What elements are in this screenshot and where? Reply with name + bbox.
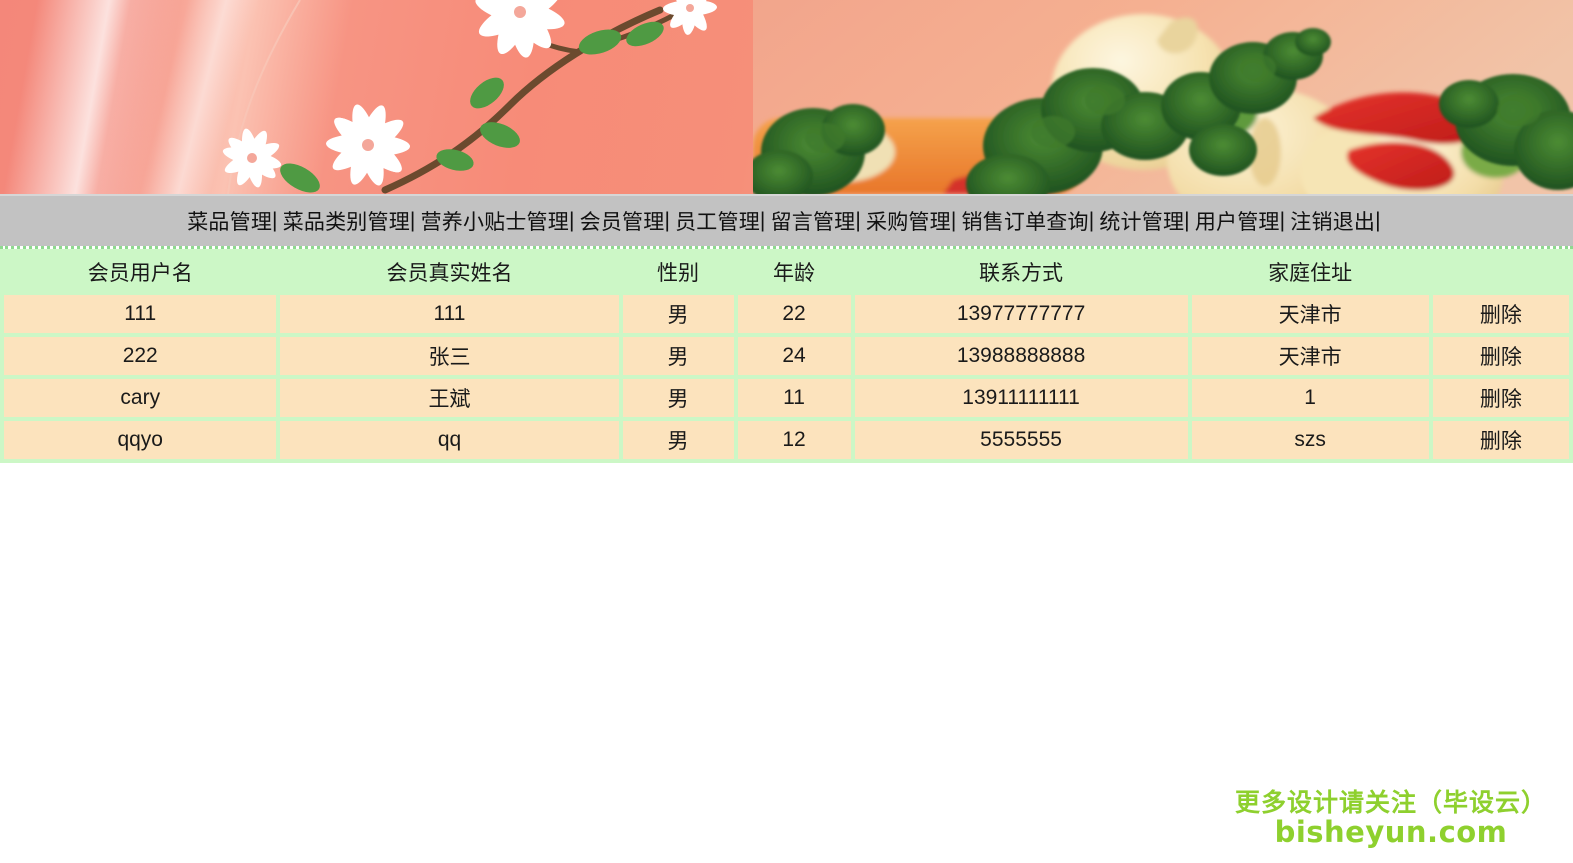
nav-item-nutrition-tips-management[interactable]: 营养小贴士管理 bbox=[421, 206, 569, 236]
nav-item-message-management[interactable]: 留言管理 bbox=[771, 206, 856, 236]
cell-phone: 13911111111 bbox=[854, 379, 1188, 417]
cell-realname: 王斌 bbox=[280, 379, 619, 417]
column-header-phone: 联系方式 bbox=[854, 253, 1188, 291]
column-header-gender: 性别 bbox=[622, 253, 734, 291]
watermark-line-1: 更多设计请关注（毕设云） bbox=[1233, 788, 1547, 818]
watermark-line-2: bisheyun.com bbox=[1273, 814, 1508, 849]
cell-realname: qq bbox=[280, 421, 619, 459]
cell-age: 11 bbox=[737, 379, 851, 417]
member-table-container: 会员用户名 会员真实姓名 性别 年龄 联系方式 家庭住址 111 111 男 2… bbox=[0, 246, 1573, 463]
nav-separator: | bbox=[1184, 209, 1190, 232]
main-navigation[interactable]: 菜品管理 | 菜品类别管理 | 营养小贴士管理 | 会员管理 | 员工管理 | 留言管理 |… bbox=[0, 194, 1573, 246]
column-header-realname: 会员真实姓名 bbox=[280, 253, 619, 291]
nav-separator: | bbox=[950, 209, 957, 232]
nav-separator: | bbox=[855, 209, 862, 232]
table-header-row: 会员用户名 会员真实姓名 性别 年龄 联系方式 家庭住址 bbox=[4, 253, 1569, 291]
cell-username: qqyo bbox=[4, 421, 277, 459]
delete-button[interactable]: 删除 bbox=[1480, 430, 1522, 453]
cell-phone: 13988888888 bbox=[854, 337, 1188, 375]
delete-button[interactable]: 删除 bbox=[1480, 388, 1522, 411]
cell-action[interactable]: 删除 bbox=[1432, 295, 1569, 333]
cell-username: 222 bbox=[4, 337, 277, 375]
cell-gender: 男 bbox=[622, 337, 734, 375]
nav-separator: | bbox=[1375, 209, 1381, 232]
cell-address: 1 bbox=[1191, 379, 1429, 417]
nav-item-statistics-management[interactable]: 统计管理 bbox=[1099, 206, 1184, 236]
nav-separator: | bbox=[759, 209, 766, 232]
cell-action[interactable]: 删除 bbox=[1432, 337, 1569, 375]
nav-separator: | bbox=[409, 209, 416, 232]
member-table: 会员用户名 会员真实姓名 性别 年龄 联系方式 家庭住址 111 111 男 2… bbox=[0, 249, 1573, 463]
cell-age: 12 bbox=[737, 421, 851, 459]
member-table-head: 会员用户名 会员真实姓名 性别 年龄 联系方式 家庭住址 bbox=[4, 253, 1569, 291]
cell-age: 24 bbox=[737, 337, 851, 375]
nav-item-user-management[interactable]: 用户管理 bbox=[1195, 206, 1280, 236]
cell-gender: 男 bbox=[622, 295, 734, 333]
nav-separator: | bbox=[1279, 209, 1286, 232]
cell-username: cary bbox=[4, 379, 277, 417]
cell-gender: 男 bbox=[622, 421, 734, 459]
nav-item-logout[interactable]: 注销退出 bbox=[1290, 206, 1375, 236]
cell-phone: 5555555 bbox=[854, 421, 1188, 459]
cell-phone: 13977777777 bbox=[854, 295, 1188, 333]
delete-button[interactable]: 删除 bbox=[1480, 304, 1522, 327]
delete-button[interactable]: 删除 bbox=[1480, 346, 1522, 369]
nav-item-dish-category-management[interactable]: 菜品类别管理 bbox=[283, 206, 410, 236]
nav-item-dish-management[interactable]: 菜品管理 bbox=[187, 206, 272, 236]
cell-address: szs bbox=[1191, 421, 1429, 459]
page-banner bbox=[0, 0, 1573, 194]
nav-item-staff-management[interactable]: 员工管理 bbox=[675, 206, 760, 236]
table-row: qqyo qq 男 12 5555555 szs 删除 bbox=[4, 421, 1569, 459]
cell-address: 天津市 bbox=[1191, 337, 1429, 375]
nav-separator: | bbox=[272, 209, 278, 232]
member-table-body: 111 111 男 22 13977777777 天津市 删除 222 张三 男… bbox=[4, 295, 1569, 459]
cell-username: 111 bbox=[4, 295, 277, 333]
cell-address: 天津市 bbox=[1191, 295, 1429, 333]
nav-separator: | bbox=[664, 209, 671, 232]
column-header-age: 年龄 bbox=[737, 253, 851, 291]
column-header-address: 家庭住址 bbox=[1191, 253, 1429, 291]
nav-item-purchase-management[interactable]: 采购管理 bbox=[866, 206, 951, 236]
cell-action[interactable]: 删除 bbox=[1432, 379, 1569, 417]
column-header-action bbox=[1432, 253, 1569, 291]
cell-action[interactable]: 删除 bbox=[1432, 421, 1569, 459]
cell-age: 22 bbox=[737, 295, 851, 333]
banner-vegetable-photo bbox=[753, 0, 1573, 194]
site-watermark: 更多设计请关注（毕设云） bisheyun.com bbox=[1233, 788, 1547, 849]
nav-item-member-management[interactable]: 会员管理 bbox=[580, 206, 665, 236]
cell-realname: 111 bbox=[280, 295, 619, 333]
nav-separator: | bbox=[568, 209, 575, 232]
banner-flower-decoration bbox=[222, 0, 717, 194]
column-header-username: 会员用户名 bbox=[4, 253, 277, 291]
table-row: 222 张三 男 24 13988888888 天津市 删除 bbox=[4, 337, 1569, 375]
table-row: cary 王斌 男 11 13911111111 1 删除 bbox=[4, 379, 1569, 417]
nav-separator: | bbox=[1088, 209, 1095, 232]
nav-item-sales-order-query[interactable]: 销售订单查询 bbox=[962, 206, 1089, 236]
table-row: 111 111 男 22 13977777777 天津市 删除 bbox=[4, 295, 1569, 333]
cell-gender: 男 bbox=[622, 379, 734, 417]
cell-realname: 张三 bbox=[280, 337, 619, 375]
